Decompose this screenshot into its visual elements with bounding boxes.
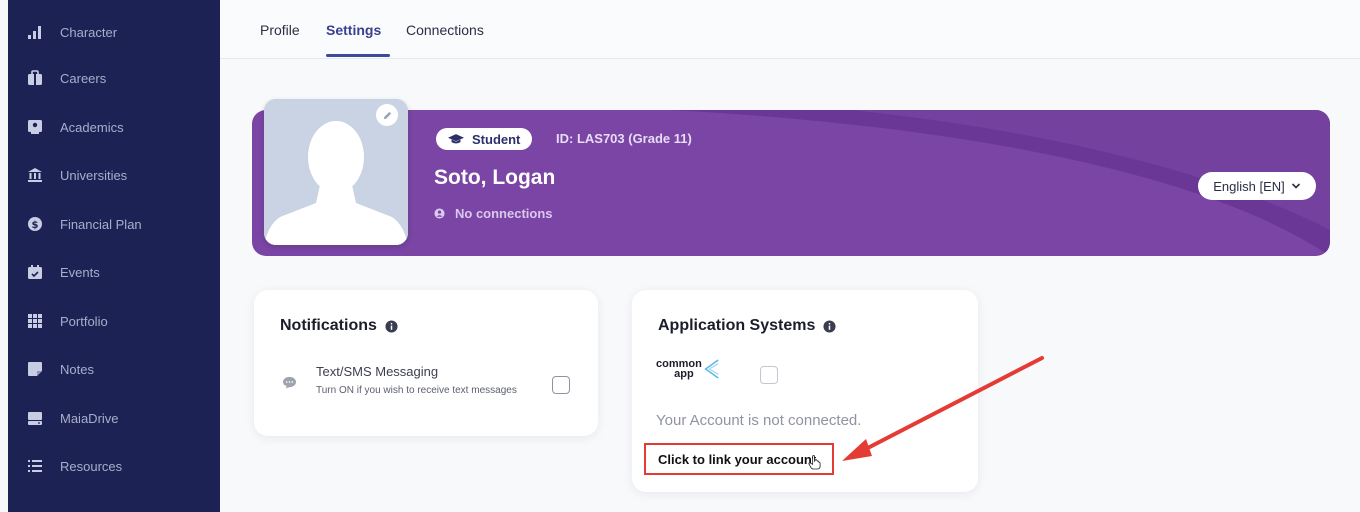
sidebar-item-financial-plan[interactable]: $ Financial Plan	[8, 208, 220, 240]
briefcase-icon	[24, 68, 46, 88]
sms-messaging-title: Text/SMS Messaging	[316, 364, 439, 379]
info-icon[interactable]	[385, 319, 398, 333]
sidebar-item-label: Character	[60, 24, 118, 40]
common-app-checkbox[interactable]	[760, 366, 778, 384]
sidebar-item-label: Financial Plan	[60, 216, 142, 232]
sidebar-item-label: Events	[60, 264, 100, 280]
sidebar-item-portfolio[interactable]: Portfolio	[8, 305, 220, 337]
sidebar-item-label: Resources	[60, 458, 123, 474]
application-systems-title-text: Application Systems	[658, 317, 816, 334]
sms-messaging-checkbox[interactable]	[552, 376, 570, 394]
link-account-label: Click to link your account	[658, 451, 817, 467]
main-content: Profile Settings Connections Student ID:…	[220, 0, 1360, 512]
sidebar-item-label: Universities	[60, 167, 128, 183]
sidebar-item-resources[interactable]: Resources	[8, 450, 220, 482]
account-status: Your Account is not connected.	[656, 412, 862, 429]
student-id: ID: LAS703 (Grade 11)	[556, 131, 692, 146]
svg-text:$: $	[32, 220, 39, 231]
list-icon	[24, 456, 46, 476]
active-tab-indicator	[326, 54, 390, 57]
graduation-cap-icon	[448, 133, 464, 143]
hand-cursor-icon	[808, 454, 821, 469]
sidebar-item-maiadrive[interactable]: MaiaDrive	[8, 402, 220, 434]
sidebar-item-character[interactable]: Character	[8, 16, 220, 48]
notifications-title: Notifications	[280, 317, 398, 335]
university-icon	[24, 165, 46, 185]
book-icon	[24, 117, 46, 137]
sidebar: Character Careers Academics Universities…	[8, 0, 220, 512]
common-app-logo: common app	[656, 358, 720, 380]
role-badge-label: Student	[472, 131, 521, 147]
profile-banner	[252, 110, 1330, 256]
language-select-value: English [EN]	[1213, 178, 1285, 194]
common-app-logo-line2: app	[674, 368, 694, 380]
app-window: Character Careers Academics Universities…	[0, 0, 1360, 512]
pencil-icon	[383, 111, 391, 119]
role-badge: Student	[436, 128, 533, 150]
tab-settings[interactable]: Settings	[326, 22, 381, 38]
chat-bubble-icon	[283, 376, 296, 389]
sidebar-item-label: MaiaDrive	[60, 410, 119, 426]
sidebar-item-label: Academics	[60, 119, 124, 135]
info-icon[interactable]	[823, 319, 836, 333]
notifications-title-text: Notifications	[280, 317, 377, 334]
note-icon	[24, 359, 46, 379]
sidebar-item-label: Portfolio	[60, 313, 108, 329]
sidebar-item-events[interactable]: Events	[8, 256, 220, 288]
sms-messaging-description: Turn ON if you wish to receive text mess…	[316, 385, 517, 396]
application-systems-card: Application Systems common app Your Acco…	[632, 290, 978, 492]
language-select[interactable]: English [EN]	[1198, 172, 1316, 200]
connections-status: No connections	[434, 206, 553, 221]
tab-bar: Profile Settings Connections	[220, 0, 1360, 59]
user-circle-icon	[434, 208, 445, 219]
calendar-icon	[24, 262, 46, 282]
sidebar-item-universities[interactable]: Universities	[8, 159, 220, 191]
bar-chart-icon	[24, 22, 46, 42]
sidebar-item-label: Notes	[60, 361, 94, 377]
banner-wave-decoration	[672, 110, 1330, 256]
sidebar-item-academics[interactable]: Academics	[8, 111, 220, 143]
chevron-down-icon	[1291, 183, 1300, 189]
sidebar-item-notes[interactable]: Notes	[8, 353, 220, 385]
dollar-icon: $	[24, 214, 46, 234]
sidebar-item-careers[interactable]: Careers	[8, 62, 220, 94]
application-systems-title: Application Systems	[658, 317, 836, 335]
tab-profile[interactable]: Profile	[260, 22, 300, 38]
tab-connections[interactable]: Connections	[406, 22, 484, 38]
drive-icon	[24, 408, 46, 428]
connections-text: No connections	[455, 206, 553, 221]
common-app-swoosh-icon	[704, 359, 719, 379]
student-name: Soto, Logan	[434, 166, 556, 189]
link-account-button[interactable]: Click to link your account	[644, 443, 834, 475]
edit-avatar-button[interactable]	[376, 104, 398, 126]
notifications-card: Notifications Text/SMS Messaging Turn ON…	[254, 290, 598, 436]
sidebar-item-label: Careers	[60, 70, 107, 86]
grid-icon	[24, 311, 46, 331]
